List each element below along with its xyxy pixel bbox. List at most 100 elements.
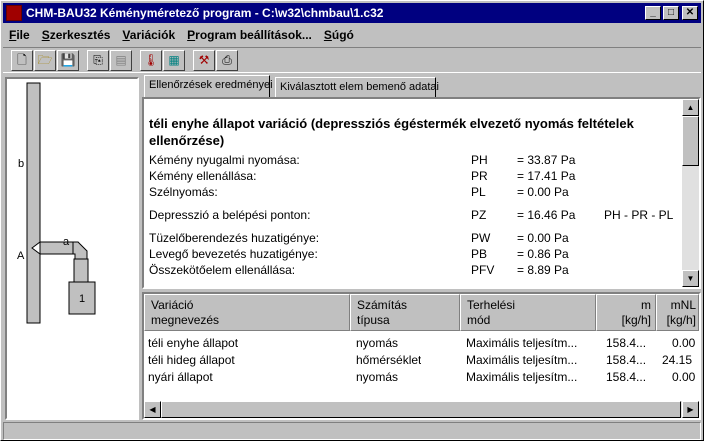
col-header-text: Számítás (357, 298, 408, 312)
table-row[interactable]: nyári állapot nyomás Maximális teljesítm..… (144, 370, 699, 387)
title-bar[interactable]: CHM-BAU32 Kéményméretező program - C:\w3… (3, 3, 701, 23)
result-label: Szélnyomás: (149, 185, 218, 199)
col-header-text: Variáció (151, 298, 194, 312)
scroll-thumb[interactable] (161, 401, 681, 418)
result-label: Levegő bevezetés huzatigénye: (149, 247, 318, 261)
tab-results[interactable]: Ellenőrzések eredményei (144, 75, 273, 97)
scroll-right-icon[interactable]: ▶ (682, 401, 699, 418)
close-button[interactable]: ✕ (682, 6, 698, 20)
result-value: = 8.89 Pa (517, 263, 569, 277)
cell-name: téli hideg állapot (148, 353, 235, 367)
calculator-icon[interactable]: ▦ (163, 49, 185, 71)
open-folder-icon[interactable]: 🗁 (34, 49, 56, 71)
print-icon[interactable]: ⎙ (216, 49, 238, 71)
scroll-thumb[interactable] (682, 116, 699, 166)
maximize-button[interactable]: □ (663, 6, 679, 20)
col-header-text: mód (467, 313, 491, 327)
save-icon[interactable]: 💾 (57, 49, 79, 71)
app-icon[interactable] (6, 5, 22, 21)
window-title: CHM-BAU32 Kéményméretező program - C:\w3… (26, 6, 384, 20)
cell-calc: hőmérséklet (356, 353, 422, 367)
menu-bar: File Szerkesztés Variációk Program beáll… (3, 25, 360, 44)
cell-mnl: 0.00 (672, 336, 696, 350)
scroll-left-icon[interactable]: ◀ (144, 401, 161, 418)
col-header-calc-type[interactable]: Számítás típusa (350, 294, 460, 331)
cell-mode: Maximális teljesítm... (466, 353, 578, 367)
col-header-text: m (641, 298, 651, 312)
col-header-name[interactable]: Variáció megnevezés (144, 294, 350, 331)
result-symbol: PH (471, 153, 488, 167)
result-label: Kémény nyugalmi nyomása: (149, 153, 300, 167)
col-header-text: Terhelési (467, 298, 516, 312)
appliance-label: 1 (79, 293, 85, 305)
variations-table[interactable]: Variáció megnevezés Számítás típusa Terhel… (142, 292, 701, 420)
result-formula: PH - PR - PL (604, 208, 674, 222)
result-value: = 0.00 Pa (517, 231, 569, 245)
temperature-icon[interactable]: 🌡 (140, 49, 162, 71)
app-window: CHM-BAU32 Kéményméretező program - C:\w3… (0, 0, 704, 441)
cell-calc: nyomás (356, 370, 399, 384)
scroll-down-icon[interactable]: ▼ (682, 270, 699, 287)
results-heading: téli enyhe állapot variáció (depressziós… (149, 116, 634, 148)
result-label: Tüzelőberendezés huzatigénye: (149, 231, 320, 245)
cell-mode: Maximális teljesítm... (466, 370, 578, 384)
result-symbol: PW (471, 231, 491, 245)
connector-vertical (73, 258, 89, 283)
cell-name: nyári állapot (148, 370, 213, 384)
result-symbol: PFV (471, 263, 495, 277)
result-label: Depresszió a belépési ponton: (149, 208, 311, 222)
connector-elbow (72, 241, 88, 261)
col-header-mnl[interactable]: mNL [kg/h] (656, 294, 699, 331)
result-symbol: PR (471, 169, 488, 183)
cell-calc: nyomás (356, 336, 399, 350)
chimney-diagram-pane[interactable]: b a A 1 (5, 77, 139, 420)
result-value: = 0.00 Pa (517, 185, 569, 199)
col-header-text: típusa (357, 313, 390, 327)
result-symbol: PL (471, 185, 486, 199)
menu-edit[interactable]: Szerkesztés (36, 28, 117, 42)
result-value: = 16.46 Pa (517, 208, 576, 222)
result-value: = 33.87 Pa (517, 153, 576, 167)
menu-variations[interactable]: Variációk (116, 28, 181, 42)
menu-help[interactable]: Súgó (318, 28, 360, 42)
cell-mnl: 24.15 (662, 353, 693, 367)
col-header-text: mNL (670, 298, 696, 312)
table-row[interactable]: téli hideg állapot hőmérséklet Maximális t… (144, 353, 699, 370)
results-text: téli enyhe állapot variáció (depressziós… (148, 99, 678, 287)
toolbar: 🗋 🗁 💾 ⎘ ▤ 🌡 ▦ ⚒ ⎙ (3, 47, 701, 73)
table-horizontal-scrollbar[interactable]: ◀ ▶ (144, 401, 699, 418)
result-value: = 17.41 Pa (517, 169, 576, 183)
result-symbol: PZ (471, 208, 487, 222)
result-label: Kémény ellenállása: (149, 169, 257, 183)
chimney-diagram: b a A 1 (17, 82, 96, 324)
label-a: a (63, 236, 70, 248)
col-header-text: [kg/h] (621, 313, 651, 327)
paste-icon[interactable]: ▤ (110, 49, 132, 71)
menu-file[interactable]: File (3, 28, 36, 42)
cell-m: 158.4... (606, 370, 647, 384)
col-header-load-mode[interactable]: Terhelési mód (460, 294, 596, 331)
result-label: Összekötőelem ellenállása: (149, 263, 296, 277)
chimney-stack (26, 82, 41, 324)
copy-icon[interactable]: ⎘ (87, 49, 109, 71)
menu-settings[interactable]: Program beállítások... (181, 28, 318, 42)
status-bar (3, 422, 701, 440)
cell-name: téli enyhe állapot (148, 336, 239, 350)
col-header-m[interactable]: m [kg/h] (596, 294, 656, 331)
results-vertical-scrollbar[interactable]: ▲ ▼ (682, 99, 699, 287)
new-file-icon[interactable]: 🗋 (11, 49, 33, 71)
table-row[interactable]: téli enyhe állapot nyomás Maximális teljes… (144, 336, 699, 353)
col-header-text: megnevezés (151, 313, 220, 327)
minimize-button[interactable]: _ (645, 6, 661, 20)
cell-mnl: 0.00 (672, 370, 696, 384)
scroll-up-icon[interactable]: ▲ (682, 99, 699, 116)
col-header-text: [kg/h] (666, 313, 696, 327)
settings-icon[interactable]: ⚒ (193, 49, 215, 71)
results-panel[interactable]: téli enyhe állapot variáció (depressziós… (142, 97, 701, 289)
cell-m: 158.4... (606, 336, 647, 350)
cell-m: 158.4... (606, 353, 647, 367)
tab-selected-element-inputs[interactable]: Kiválasztott elem bemenő adatai (275, 77, 439, 97)
label-A: A (17, 250, 25, 262)
cell-mode: Maximális teljesítm... (466, 336, 578, 350)
result-value: = 0.86 Pa (517, 247, 569, 261)
